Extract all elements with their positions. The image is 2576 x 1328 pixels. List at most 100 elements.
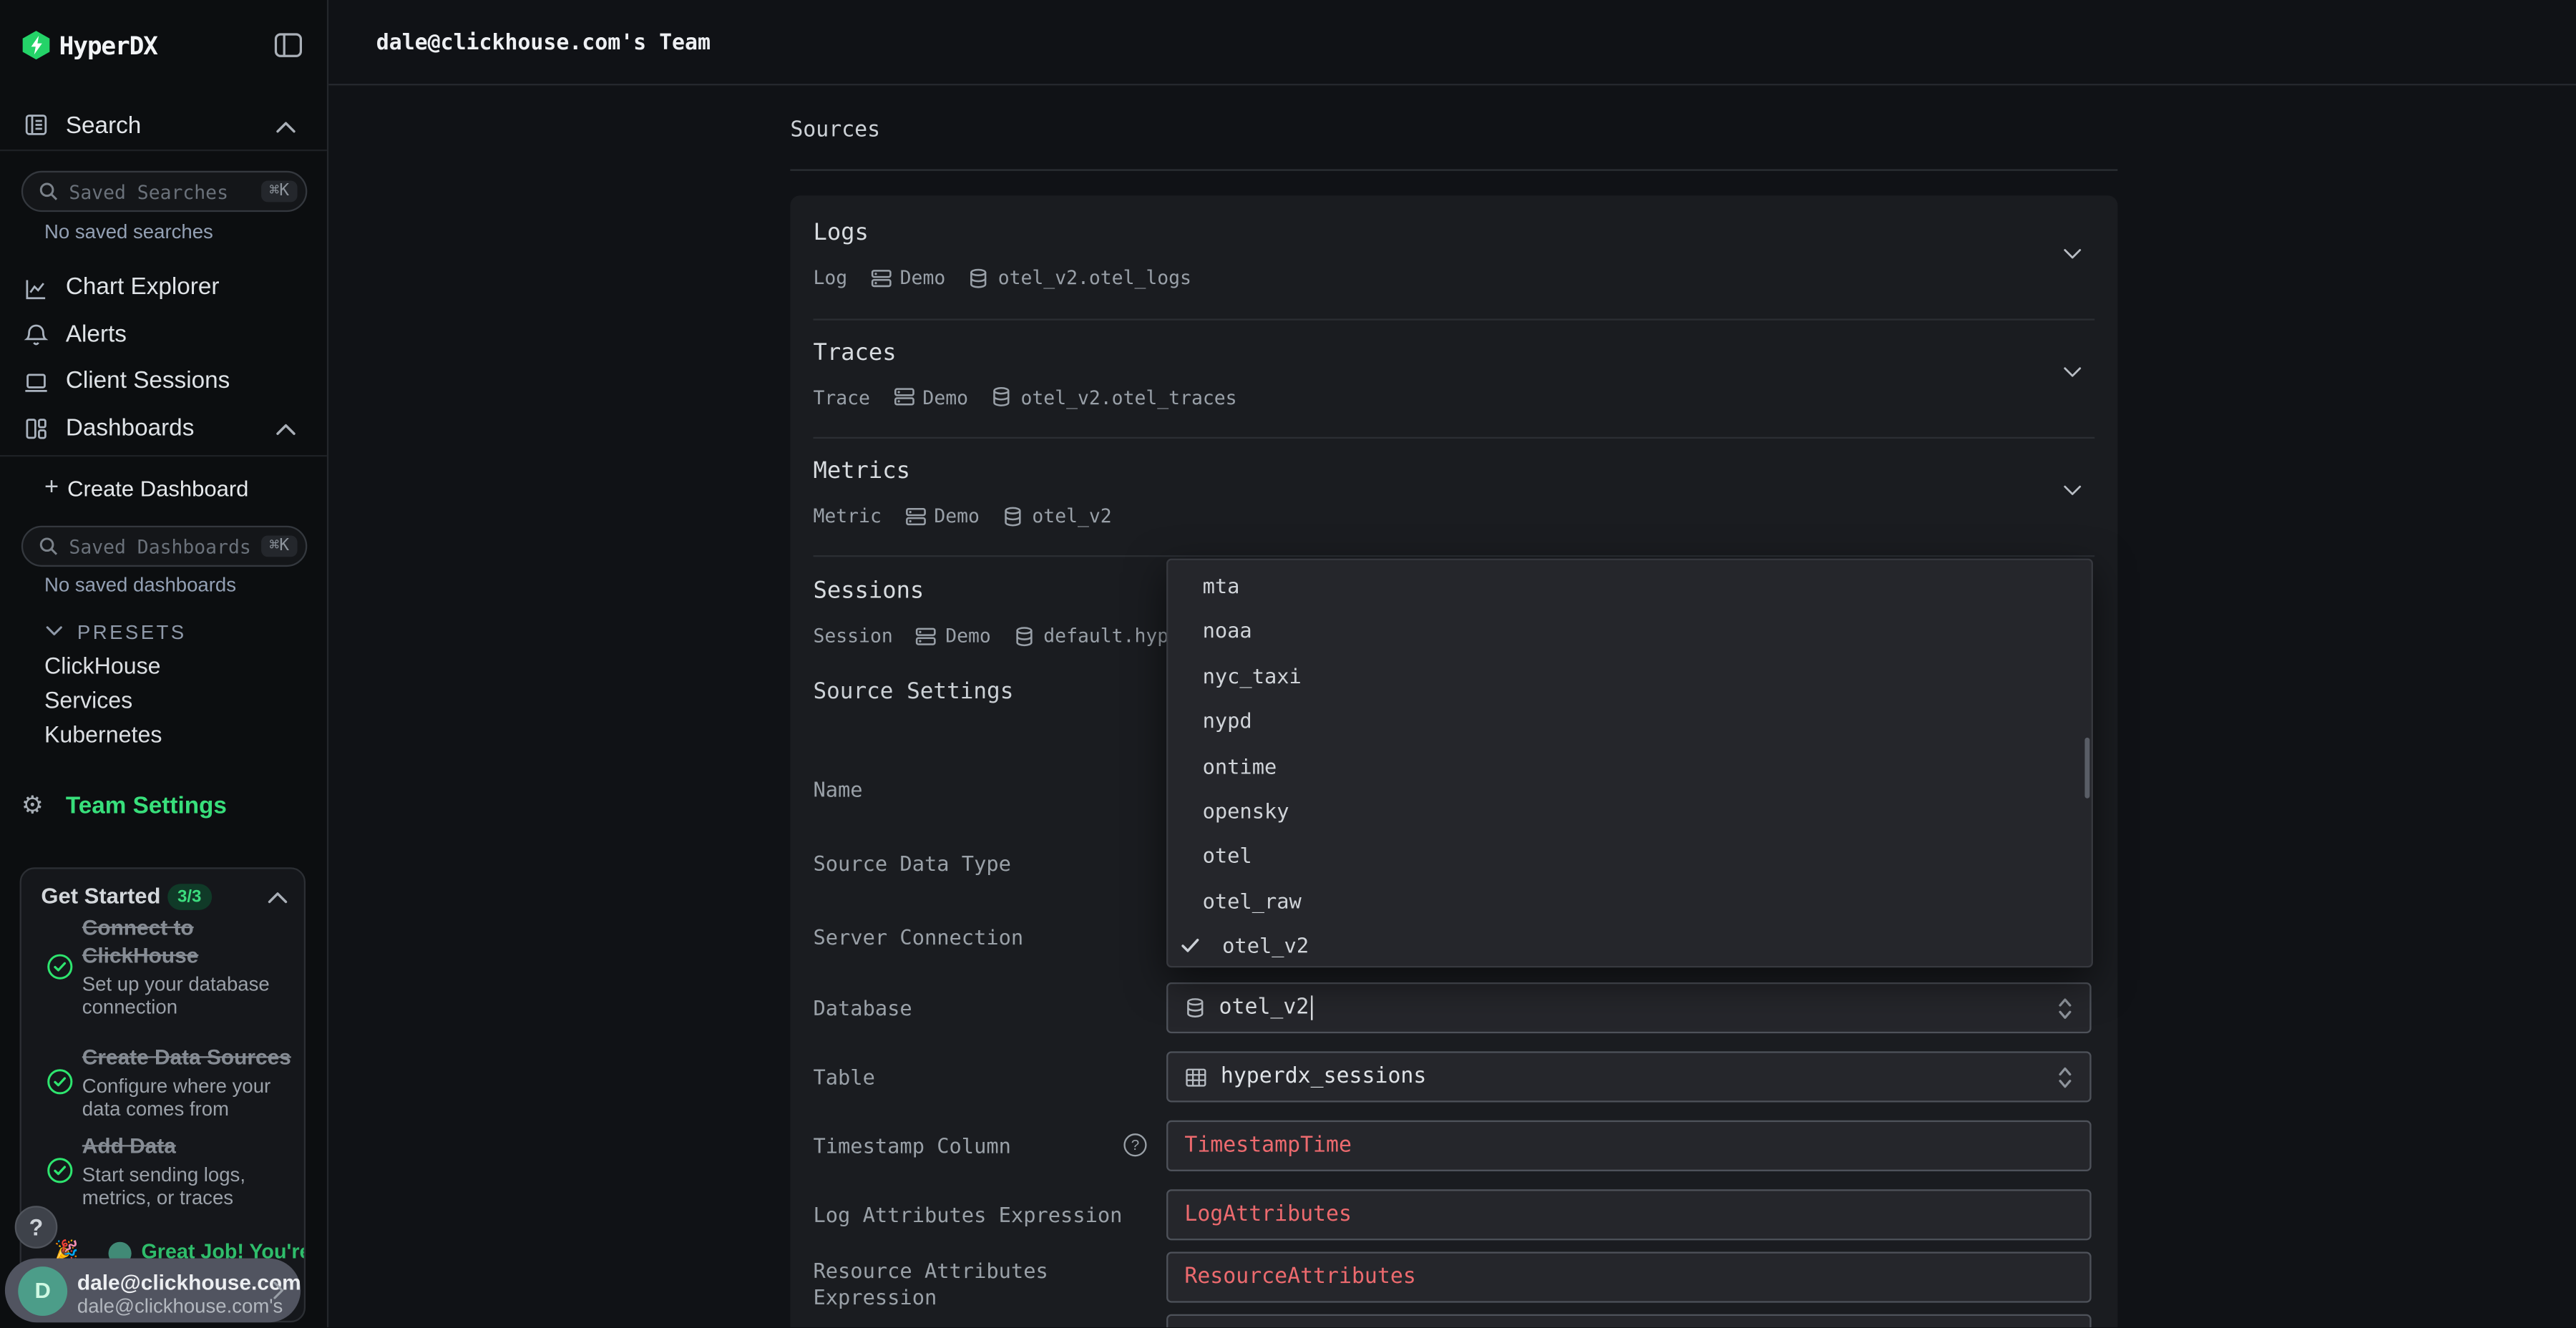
help-question-icon[interactable]: ? bbox=[1123, 1133, 1146, 1156]
database-icon bbox=[1184, 997, 1206, 1019]
sidebar-item-search[interactable]: Search bbox=[66, 113, 142, 140]
chevron-down-icon[interactable] bbox=[2064, 366, 2082, 378]
shortcut-badge: ⌘K bbox=[261, 535, 298, 557]
no-saved-dashboards-note: No saved dashboards bbox=[44, 573, 236, 596]
create-dashboard-button[interactable]: Create Dashboard bbox=[67, 477, 248, 501]
search-section-icon bbox=[23, 112, 49, 138]
timestamp-value: TimestampTime bbox=[1184, 1133, 1352, 1158]
sidebar: HyperDX Search ⌘K No saved searches bbox=[0, 0, 328, 1327]
server-icon bbox=[870, 267, 892, 288]
divider bbox=[813, 318, 2094, 319]
chevron-up-icon[interactable] bbox=[276, 424, 296, 435]
dashboards-icon bbox=[23, 416, 49, 442]
user-team: dale@clickhouse.com's bbox=[77, 1294, 283, 1317]
label-name: Name bbox=[813, 777, 862, 801]
search-icon bbox=[38, 535, 59, 557]
database-icon bbox=[991, 386, 1013, 408]
saved-dashboards-field[interactable] bbox=[69, 534, 261, 557]
preset-clickhouse[interactable]: ClickHouse bbox=[44, 652, 161, 678]
saved-searches-input[interactable]: ⌘K bbox=[21, 171, 307, 212]
dropdown-option-mta[interactable]: mta bbox=[1168, 563, 2091, 608]
server-icon bbox=[893, 386, 914, 408]
source-title-metrics: Metrics bbox=[813, 459, 909, 485]
source-type: Trace bbox=[813, 385, 869, 408]
check-circle-icon bbox=[46, 1156, 74, 1184]
chevron-down-icon[interactable] bbox=[2064, 248, 2082, 260]
dropdown-scrollbar[interactable] bbox=[2084, 738, 2089, 799]
hyperdx-app: HyperDX Search ⌘K No saved searches bbox=[0, 0, 2576, 1327]
source-connection: Demo bbox=[945, 624, 991, 647]
dropdown-option-otel[interactable]: otel bbox=[1168, 834, 2091, 879]
dropdown-option-opensky[interactable]: opensky bbox=[1168, 788, 2091, 834]
presets-header[interactable]: PRESETS bbox=[77, 621, 187, 644]
chevron-down-icon[interactable] bbox=[2064, 484, 2082, 496]
label-database: Database bbox=[813, 995, 912, 1020]
table-select[interactable]: hyperdx_sessions bbox=[1166, 1051, 2092, 1102]
source-meta-logs: Log Demo otel_v2.otel_logs bbox=[813, 265, 1191, 291]
search-icon bbox=[38, 181, 59, 202]
source-connection: Demo bbox=[934, 504, 980, 527]
source-type: Session bbox=[813, 624, 892, 647]
database-select[interactable]: otel_v2 bbox=[1166, 982, 2092, 1033]
get-started-step-1[interactable]: Connect to ClickHouse Set up your databa… bbox=[82, 914, 296, 1019]
label-source-data-type: Source Data Type bbox=[813, 851, 1010, 875]
server-icon bbox=[904, 505, 926, 527]
alerts-bell-icon bbox=[23, 322, 49, 348]
source-settings-title: Source Settings bbox=[813, 678, 1013, 705]
get-started-step-2[interactable]: Create Data Sources Configure where your… bbox=[82, 1043, 296, 1120]
log-attributes-input[interactable]: LogAttributes bbox=[1166, 1189, 2092, 1240]
label-resource-attributes: Resource Attributes Expression bbox=[813, 1259, 1101, 1311]
dropdown-option-noaa[interactable]: noaa bbox=[1168, 608, 2091, 653]
database-icon bbox=[968, 267, 990, 288]
avatar: D bbox=[18, 1266, 67, 1315]
get-started-progress-badge: 3/3 bbox=[167, 884, 211, 910]
get-started-panel: Get Started 3/3 Connect to ClickHouse Se… bbox=[20, 867, 306, 1322]
dropdown-option-otel-v2-selected[interactable]: otel_v2 bbox=[1168, 924, 2091, 969]
database-value: otel_v2 bbox=[1219, 995, 1309, 1020]
source-type: Metric bbox=[813, 504, 881, 527]
get-started-step-3[interactable]: Add Data Start sending logs, metrics, or… bbox=[82, 1132, 296, 1209]
preset-services[interactable]: Services bbox=[44, 687, 132, 713]
sidebar-item-chart-explorer[interactable]: Chart Explorer bbox=[66, 274, 220, 301]
collapse-sidebar-icon[interactable] bbox=[274, 33, 302, 57]
saved-searches-field[interactable] bbox=[69, 180, 261, 202]
server-icon bbox=[916, 625, 937, 647]
dropdown-option-nypd[interactable]: nypd bbox=[1168, 698, 2091, 743]
top-bar: dale@clickhouse.com's Team bbox=[328, 0, 2576, 85]
dropdown-option-otel-raw[interactable]: otel_raw bbox=[1168, 879, 2091, 924]
divider bbox=[0, 455, 327, 456]
table-icon bbox=[1184, 1065, 1207, 1088]
source-connection: Demo bbox=[922, 385, 968, 408]
source-title-logs: Logs bbox=[813, 220, 868, 247]
team-title: dale@clickhouse.com's Team bbox=[376, 31, 711, 56]
help-button[interactable]: ? bbox=[15, 1206, 58, 1249]
resource-attributes-input[interactable]: ResourceAttributes bbox=[1166, 1251, 2092, 1302]
chevron-up-icon[interactable] bbox=[276, 122, 296, 133]
label-server-connection: Server Connection bbox=[813, 925, 1023, 949]
source-connection: Demo bbox=[900, 266, 946, 289]
partial-field[interactable] bbox=[1166, 1314, 2092, 1327]
sidebar-item-client-sessions[interactable]: Client Sessions bbox=[66, 368, 230, 394]
timestamp-column-input[interactable]: TimestampTime bbox=[1166, 1120, 2092, 1171]
chevron-down-icon[interactable] bbox=[46, 626, 62, 636]
dropdown-option-nyc-taxi[interactable]: nyc_taxi bbox=[1168, 653, 2091, 698]
chart-explorer-icon bbox=[23, 276, 49, 303]
resource-attributes-value: ResourceAttributes bbox=[1184, 1265, 1415, 1289]
divider bbox=[813, 555, 2094, 557]
sidebar-item-dashboards[interactable]: Dashboards bbox=[66, 415, 195, 441]
dropdown-option-ontime[interactable]: ontime bbox=[1168, 743, 2091, 788]
sidebar-item-alerts[interactable]: Alerts bbox=[66, 321, 127, 348]
shortcut-badge: ⌘K bbox=[261, 181, 298, 202]
source-table: otel_v2.otel_traces bbox=[1021, 385, 1237, 408]
log-attributes-value: LogAttributes bbox=[1184, 1203, 1352, 1227]
preset-kubernetes[interactable]: Kubernetes bbox=[44, 721, 162, 748]
user-menu[interactable]: D dale@clickhouse.com dale@clickhouse.co… bbox=[5, 1259, 301, 1323]
source-table: otel_v2.otel_logs bbox=[998, 266, 1191, 289]
saved-dashboards-input[interactable]: ⌘K bbox=[21, 526, 307, 567]
question-glyph: ? bbox=[1131, 1137, 1140, 1153]
chevron-up-icon[interactable] bbox=[268, 892, 288, 904]
label-log-attributes: Log Attributes Expression bbox=[813, 1203, 1122, 1227]
label-timestamp-column: Timestamp Column bbox=[813, 1133, 1010, 1158]
team-settings-link[interactable]: Team Settings bbox=[66, 794, 227, 820]
source-meta-traces: Trace Demo otel_v2.otel_traces bbox=[813, 384, 1236, 410]
